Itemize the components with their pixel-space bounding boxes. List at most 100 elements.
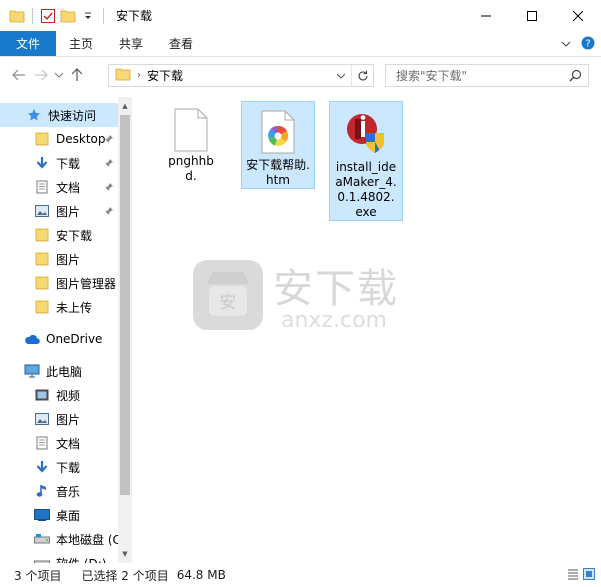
file-name: install_ideaMaker_4.0.1.4802.exe	[335, 160, 397, 219]
quick-access-toolbar	[0, 7, 108, 25]
status-selected-size: 64.8 MB	[176, 568, 226, 582]
nav-item-pictures-quick[interactable]: 图片	[0, 199, 118, 223]
file-name: pnghhbd.	[168, 154, 214, 183]
file-item[interactable]: pnghhbd.	[159, 103, 223, 183]
status-selected-count: 已选择 2 个项目	[81, 568, 169, 583]
search-icon[interactable]	[569, 69, 582, 85]
star-icon	[26, 107, 42, 123]
video-icon	[34, 387, 50, 403]
toolbar-divider	[32, 7, 33, 24]
download-arrow-icon	[34, 155, 50, 171]
recent-locations-button[interactable]	[52, 64, 66, 86]
folder-icon	[34, 299, 50, 315]
back-arrow-icon	[12, 69, 25, 81]
svg-text:?: ?	[585, 38, 590, 49]
navigation-pane: 快速访问 Desktop 下载 文档 图片 安下载 图片 图片管理器 未上传 O…	[0, 97, 118, 563]
back-button[interactable]	[8, 64, 30, 86]
status-bar: 3 个项目 已选择 2 个项目 64.8 MB	[0, 563, 601, 587]
search-box[interactable]: 搜索"安下载"	[385, 64, 589, 87]
close-icon	[573, 10, 583, 21]
scroll-up-arrow-icon[interactable]: ▲	[118, 99, 132, 113]
svg-text:安: 安	[220, 293, 237, 313]
blank-file-icon	[167, 108, 215, 152]
toolbar-divider	[103, 7, 104, 24]
tab-file[interactable]: 文件	[0, 31, 57, 56]
watermark-subtext: anxz.com	[281, 308, 387, 333]
nav-item-onedrive[interactable]: OneDrive	[0, 327, 118, 351]
expand-ribbon-chevron-icon[interactable]	[561, 37, 571, 51]
refresh-button[interactable]	[351, 65, 373, 86]
nav-item-pictures-folder[interactable]: 图片	[0, 247, 118, 271]
desktop-icon	[34, 507, 50, 523]
nav-item-downloads-quick[interactable]: 下载	[0, 151, 118, 175]
properties-icon[interactable]	[39, 7, 57, 25]
nav-item-downloads[interactable]: 下载	[0, 455, 118, 479]
folder-icon	[34, 251, 50, 267]
forward-arrow-icon	[35, 69, 48, 81]
pin-icon	[104, 157, 114, 171]
file-list-view[interactable]: pnghhbd. 安下载帮助.htm install_ideaMaker_4.0…	[133, 93, 601, 563]
scroll-down-arrow-icon[interactable]: ▼	[118, 547, 132, 561]
folder-icon	[34, 131, 50, 147]
file-item[interactable]: install_ideaMaker_4.0.1.4802.exe	[329, 101, 403, 221]
nav-item-local-disk-c[interactable]: 本地磁盘 (C	[0, 527, 118, 551]
nav-item-anxz-folder[interactable]: 安下载	[0, 223, 118, 247]
nav-item-music[interactable]: 音乐	[0, 479, 118, 503]
nav-item-this-pc[interactable]: 此电脑	[0, 359, 118, 383]
document-icon	[34, 179, 50, 195]
nav-item-documents[interactable]: 文档	[0, 431, 118, 455]
nav-item-documents-quick[interactable]: 文档	[0, 175, 118, 199]
address-history-dropdown-icon[interactable]	[337, 65, 345, 86]
refresh-icon	[357, 70, 368, 80]
address-row: › 安下载 搜索"安下载"	[0, 57, 601, 93]
watermark: 安 安下载 anxz.com	[191, 250, 411, 343]
scrollbar-thumb[interactable]	[120, 115, 130, 495]
navigation-scrollbar[interactable]: ▲ ▼	[118, 97, 132, 563]
nav-item-pictures[interactable]: 图片	[0, 407, 118, 431]
nav-item-software-d[interactable]: 软件 (D:)	[0, 551, 118, 563]
file-name: 安下载帮助.htm	[246, 158, 310, 187]
chevron-down-icon	[55, 72, 63, 78]
ribbon-tabs: 文件 主页 共享 查看 ?	[0, 31, 601, 57]
close-button[interactable]	[555, 0, 601, 31]
nav-item-desktop-pc[interactable]: 桌面	[0, 503, 118, 527]
pin-icon	[104, 181, 114, 195]
file-item[interactable]: 安下载帮助.htm	[241, 101, 315, 189]
maximize-button[interactable]	[509, 0, 555, 31]
up-button[interactable]	[66, 64, 88, 86]
nav-item-picture-manager[interactable]: 图片管理器	[0, 271, 118, 295]
picture-icon	[34, 411, 50, 427]
folder-icon	[34, 275, 50, 291]
nav-item-desktop[interactable]: Desktop	[0, 127, 118, 151]
customize-toolbar-dropdown-icon[interactable]	[79, 7, 97, 25]
tab-share[interactable]: 共享	[106, 31, 156, 56]
title-bar: 安下载	[0, 0, 601, 31]
help-icon[interactable]: ?	[581, 36, 595, 53]
address-bar[interactable]: › 安下载	[108, 64, 374, 87]
breadcrumb-current[interactable]: 安下载	[147, 67, 183, 84]
new-folder-icon[interactable]	[59, 7, 77, 25]
breadcrumb-chevron-icon[interactable]: ›	[137, 70, 141, 81]
htm-file-icon	[254, 107, 302, 156]
folder-icon	[34, 227, 50, 243]
up-arrow-icon	[71, 68, 83, 81]
forward-button[interactable]	[30, 64, 52, 86]
tab-home[interactable]: 主页	[56, 31, 106, 56]
minimize-icon	[481, 15, 491, 16]
status-item-count: 3 个项目	[14, 568, 62, 583]
music-icon	[34, 483, 50, 499]
details-view-icon[interactable]	[567, 568, 579, 583]
picture-icon	[34, 203, 50, 219]
tab-view[interactable]: 查看	[156, 31, 206, 56]
nav-item-videos[interactable]: 视频	[0, 383, 118, 407]
minimize-button[interactable]	[463, 0, 509, 31]
folder-icon	[115, 67, 131, 84]
large-icons-view-icon[interactable]	[583, 568, 595, 583]
pin-icon	[104, 205, 114, 219]
search-placeholder[interactable]: 搜索"安下载"	[396, 67, 467, 84]
pin-icon	[104, 133, 114, 147]
nav-item-quick-access[interactable]: 快速访问	[0, 103, 118, 127]
nav-item-not-uploaded[interactable]: 未上传	[0, 295, 118, 319]
computer-icon	[24, 363, 40, 379]
folder-icon[interactable]	[8, 7, 26, 25]
